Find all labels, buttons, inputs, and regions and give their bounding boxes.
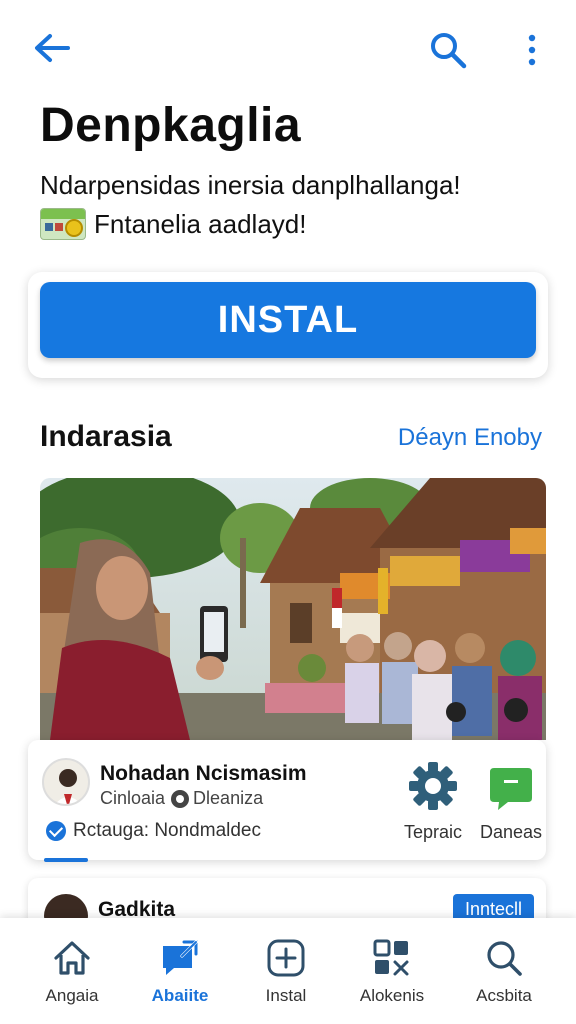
- arrow-left-icon: [35, 34, 70, 62]
- featured-photo[interactable]: [40, 478, 546, 740]
- profile-meta: Cinloaia Dleaniza: [100, 788, 263, 809]
- app-subline: Fntanelia aadlayd!: [94, 208, 307, 239]
- install-card: INSTAL: [28, 272, 548, 378]
- nav-item-install[interactable]: Instal: [231, 918, 341, 1024]
- share-message-icon: [163, 940, 198, 975]
- chat-bubble-icon: [490, 768, 532, 810]
- gear-icon: [409, 762, 457, 810]
- app-subline-row: Fntanelia aadlayd!: [40, 206, 306, 242]
- featured-info-card[interactable]: Nohadan Ncismasim Cinloaia Dleaniza Rcta…: [28, 740, 546, 862]
- verified-row: Rctauga: Nondmaldec: [46, 820, 261, 842]
- app-title: Denpkaglia: [40, 99, 302, 152]
- install-button[interactable]: INSTAL: [40, 282, 536, 358]
- app-tagline: Ndarpensidas inersia danplhallanga!: [40, 170, 461, 200]
- profile-meta-right: Dleaniza: [193, 788, 264, 808]
- bottom-navigation: Angaia Abaiite Instal Alokenis Acsbita: [0, 918, 576, 1024]
- nav-label-share: Abaiite: [151, 986, 209, 1005]
- section-title: Indarasia: [40, 420, 172, 453]
- section-see-more-link[interactable]: Déayn Enoby: [398, 424, 542, 452]
- search-icon: [431, 33, 467, 69]
- search-icon: [487, 941, 522, 976]
- plus-square-icon: [267, 939, 305, 977]
- check-circle-icon: [46, 821, 66, 841]
- action-chat-button[interactable]: Daneas: [468, 760, 554, 852]
- top-app-bar: [0, 0, 576, 100]
- nav-label-home: Angaia: [45, 986, 99, 1005]
- action-settings-button[interactable]: Tepraic: [390, 760, 476, 852]
- action-settings-label: Tepraic: [403, 822, 463, 842]
- nav-label-apps: Alokenis: [359, 986, 425, 1005]
- nav-item-share[interactable]: Abaiite: [125, 918, 235, 1024]
- more-options-button[interactable]: [512, 26, 552, 74]
- home-icon: [54, 941, 90, 975]
- search-button[interactable]: [424, 26, 472, 74]
- card-indicator: [44, 858, 88, 862]
- back-button[interactable]: [28, 26, 76, 74]
- nav-item-search[interactable]: Acsbita: [449, 918, 559, 1024]
- community-photo-image: [40, 478, 546, 740]
- verified-text: Rctauga: Nondmaldec: [73, 820, 261, 841]
- apps-grid-icon: [373, 939, 409, 976]
- action-chat-label: Daneas: [479, 822, 543, 842]
- location-icon: [171, 789, 190, 808]
- nav-item-apps[interactable]: Alokenis: [337, 918, 447, 1024]
- nav-label-search: Acsbita: [476, 986, 532, 1005]
- voucher-card-icon: [40, 208, 86, 240]
- more-vertical-icon: [528, 34, 536, 66]
- nav-label-install: Instal: [265, 986, 307, 1005]
- avatar: [42, 758, 90, 806]
- profile-meta-left: Cinloaia: [100, 788, 166, 808]
- nav-item-home[interactable]: Angaia: [17, 918, 127, 1024]
- profile-name: Nohadan Ncismasim: [100, 762, 307, 785]
